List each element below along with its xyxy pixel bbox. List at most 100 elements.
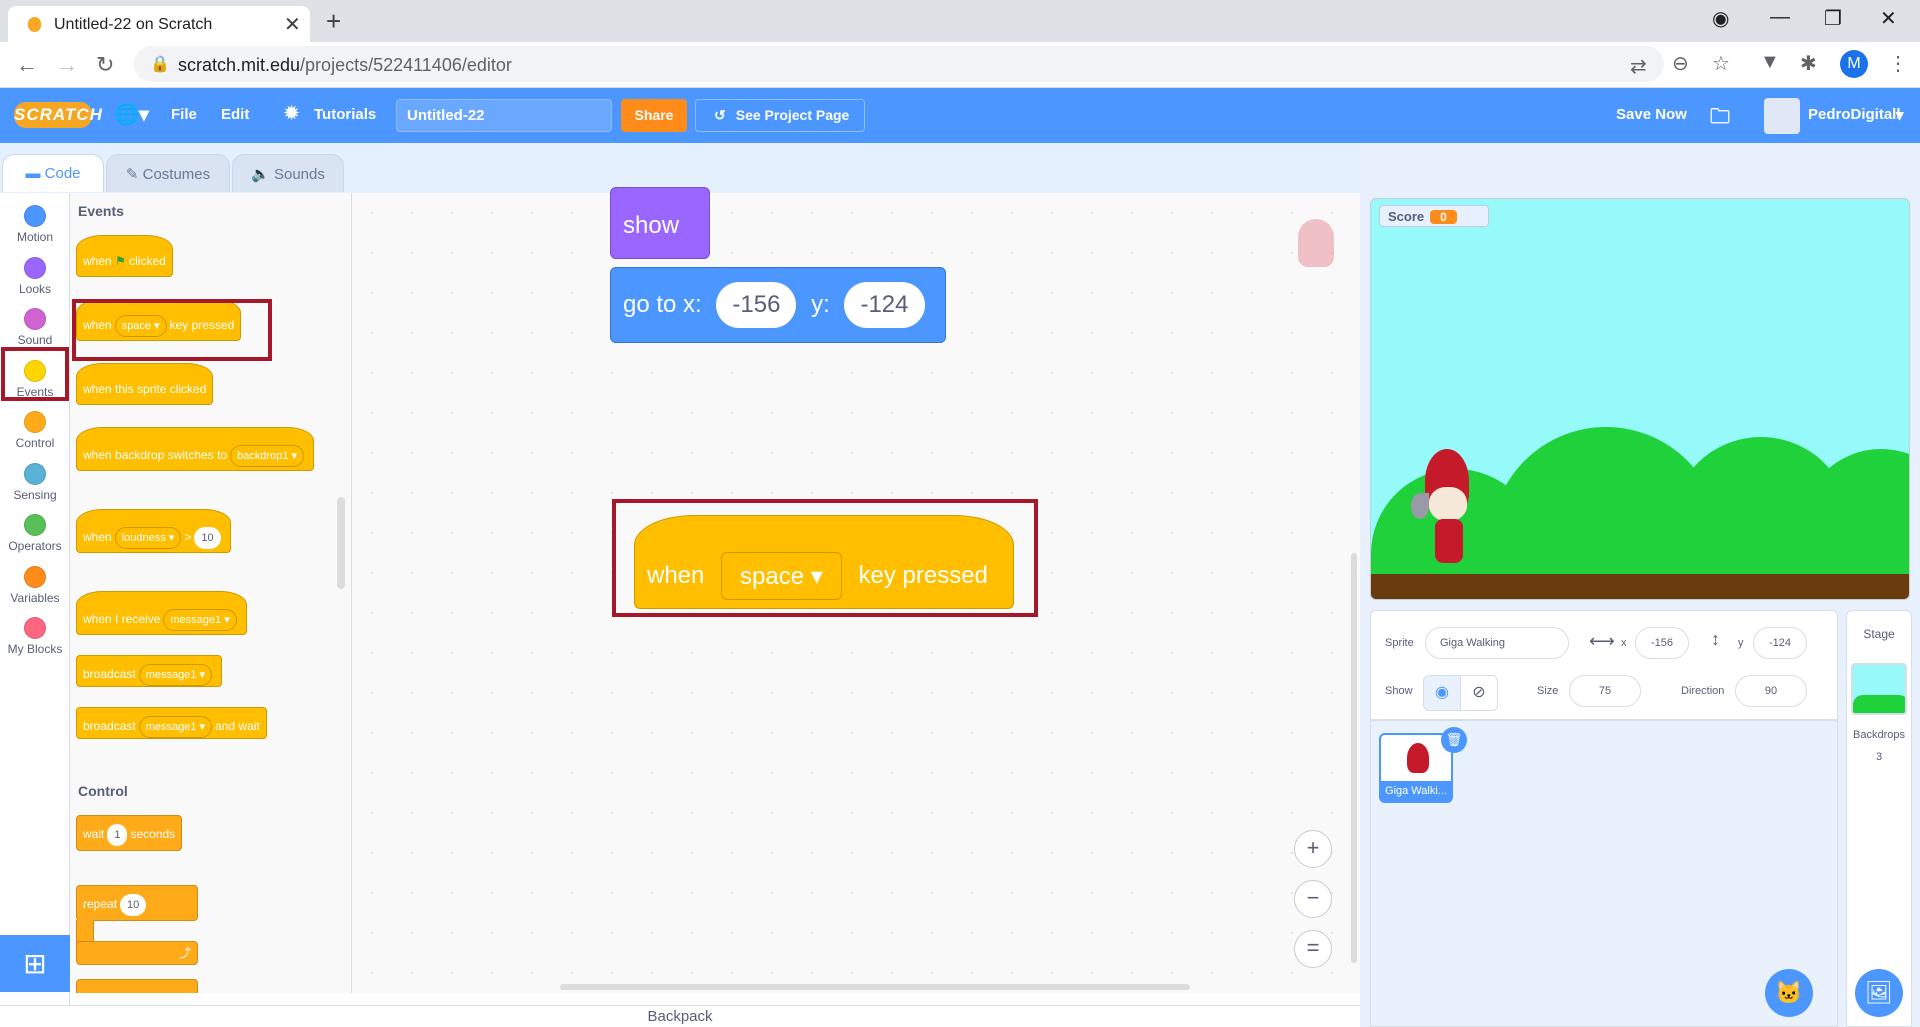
tab-code[interactable]: ▬ Code (2, 154, 104, 192)
category-sensing[interactable]: Sensing (0, 455, 70, 505)
username-menu[interactable]: PedroDigitall (1808, 106, 1901, 123)
file-menu[interactable]: File (171, 106, 197, 123)
reload-icon[interactable]: ↻ (96, 52, 114, 78)
x-input[interactable]: -156 (716, 282, 797, 328)
my-stuff-folder-icon[interactable]: 🗀 (1710, 102, 1730, 136)
project-title-input[interactable]: Untitled-22 (396, 99, 612, 132)
giga-sprite[interactable] (1411, 449, 1485, 571)
category-motion[interactable]: Motion (0, 197, 70, 247)
category-sound[interactable]: Sound (0, 300, 70, 350)
sprite-name-input[interactable]: Giga Walking (1425, 627, 1569, 659)
user-avatar[interactable] (1764, 98, 1800, 134)
close-window-icon[interactable]: ✕ (1880, 6, 1897, 31)
stage-canvas[interactable]: Score 0 (1370, 198, 1910, 600)
translate-icon[interactable]: ⇄ (1630, 54, 1647, 79)
broadcast-and-wait-block[interactable]: broadcast message1 ▾ and wait (76, 707, 267, 739)
zoom-in-icon[interactable]: + (1294, 830, 1332, 868)
back-icon[interactable]: ← (16, 52, 38, 78)
when-i-receive-block[interactable]: when I receive message1 ▾ (76, 591, 247, 635)
backdrop-thumbnail[interactable] (1851, 663, 1907, 715)
message-dropdown[interactable]: message1 ▾ (138, 716, 213, 738)
category-color-icon (24, 565, 46, 588)
category-operators[interactable]: Operators (0, 506, 70, 556)
add-extension-button[interactable]: ⊞ (0, 935, 70, 992)
category-my-blocks[interactable]: My Blocks (0, 609, 70, 659)
choose-backdrop-icon[interactable]: 🖼 (1855, 969, 1903, 1017)
message-dropdown[interactable]: message1 ▾ (138, 664, 213, 686)
choose-sprite-cat-icon[interactable]: 🐱 (1765, 969, 1813, 1017)
go-to-xy-block[interactable]: go to x: -156 y: -124 (610, 267, 946, 343)
x-input[interactable]: -156 (1635, 627, 1689, 659)
loudness-dropdown[interactable]: loudness ▾ (114, 527, 182, 549)
close-tab-icon[interactable]: ✕ (284, 12, 301, 37)
show-text: show (623, 212, 680, 239)
y-input[interactable]: -124 (1753, 627, 1807, 659)
horizontal-scrollbar[interactable] (560, 984, 1190, 990)
tab-sounds[interactable]: 🔈 Sounds (232, 154, 344, 192)
tutorials-button[interactable]: Tutorials (314, 106, 376, 123)
when-loudness-block[interactable]: when loudness ▾ >10 (76, 509, 231, 553)
edit-menu[interactable]: Edit (221, 106, 249, 123)
broadcast-block[interactable]: broadcast message1 ▾ (76, 655, 223, 687)
stage-selector[interactable]: Stage Backdrops 3 🖼 (1846, 610, 1912, 1027)
category-looks[interactable]: Looks (0, 249, 70, 299)
backpack-bar[interactable]: Backpack (0, 1005, 1360, 1027)
remix-arrows-icon: ↺ (714, 107, 726, 123)
palette-scrollbar[interactable] (337, 497, 345, 589)
category-label: Variables (10, 590, 60, 605)
scratch-logo[interactable]: SCRATCH (14, 102, 102, 128)
show-block[interactable]: show (610, 187, 710, 259)
script-area[interactable]: show go to x: -156 y: -124 when space ▾ … (352, 187, 1360, 993)
y-text: y: (811, 291, 830, 318)
repeat-value[interactable]: 10 (120, 894, 147, 916)
extension-icon[interactable]: ▼ (1760, 51, 1780, 74)
wait-value[interactable]: 1 (107, 824, 128, 846)
loudness-value[interactable]: 10 (194, 527, 221, 549)
minimize-icon[interactable]: — (1770, 6, 1790, 29)
share-button[interactable]: Share (621, 99, 687, 132)
category-label: My Blocks (7, 642, 63, 656)
block-text: when (83, 530, 112, 544)
language-globe-icon[interactable]: 🌐▾ (114, 102, 149, 127)
browser-menu-icon[interactable]: ⋮ (1888, 51, 1908, 76)
when-flag-clicked-block[interactable]: when ⚑ clicked (76, 235, 173, 277)
puzzle-icon[interactable]: ✱ (1800, 51, 1817, 76)
key-dropdown[interactable]: space ▾ (721, 552, 842, 600)
forward-icon[interactable]: → (56, 52, 78, 78)
category-control[interactable]: Control (0, 403, 70, 453)
y-input[interactable]: -124 (844, 282, 925, 328)
delete-sprite-trash-icon[interactable]: 🗑 (1441, 727, 1467, 753)
see-project-page-button[interactable]: ↺ See Project Page (695, 99, 865, 132)
save-now-button[interactable]: Save Now (1616, 106, 1687, 123)
bookmark-star-icon[interactable]: ☆ (1712, 51, 1730, 76)
reset-zoom-icon[interactable]: = (1294, 930, 1332, 968)
profile-avatar[interactable]: M (1840, 50, 1868, 78)
browser-tab[interactable]: Untitled-22 on Scratch ✕ (8, 6, 310, 42)
wait-seconds-block[interactable]: wait 1 seconds (76, 815, 183, 851)
repeat-loop-arrow-icon: ⤴ (76, 941, 198, 965)
tab-costumes[interactable]: ✎ Costumes (106, 154, 230, 192)
when-sprite-clicked-block[interactable]: when this sprite clicked (76, 363, 214, 405)
key-pressed-text: key pressed (858, 562, 988, 589)
hide-eye-slash-icon[interactable]: ⊘ (1460, 675, 1498, 711)
tab-search-icon[interactable]: ◉ (1712, 6, 1729, 31)
when-key-pressed-script[interactable]: when space ▾ key pressed (634, 515, 1014, 609)
repeat-block[interactable]: repeat 10 (76, 885, 198, 921)
direction-input[interactable]: 90 (1735, 675, 1807, 707)
zoom-out-icon[interactable]: − (1294, 880, 1332, 918)
block-text: > (184, 530, 192, 544)
chevron-down-icon[interactable]: ▾ (1896, 106, 1904, 124)
restore-icon[interactable]: ❐ (1824, 6, 1842, 31)
message-dropdown[interactable]: message1 ▾ (163, 609, 237, 631)
backdrop-dropdown[interactable]: backdrop1 ▾ (230, 445, 305, 467)
category-variables[interactable]: Variables (0, 558, 70, 608)
zoom-icon[interactable]: ⊖ (1672, 51, 1689, 76)
events-category-highlight (1, 347, 69, 401)
show-visible-eye-icon[interactable]: ◉ (1423, 675, 1461, 711)
size-input[interactable]: 75 (1569, 675, 1641, 707)
vertical-scrollbar[interactable] (1351, 553, 1357, 963)
palette-block-partial[interactable] (76, 979, 198, 993)
new-tab-icon[interactable]: + (326, 6, 341, 37)
url-bar[interactable]: 🔒 scratch.mit.edu/projects/522411406/edi… (134, 46, 1664, 82)
when-backdrop-switches-block[interactable]: when backdrop switches to backdrop1 ▾ (76, 427, 315, 471)
